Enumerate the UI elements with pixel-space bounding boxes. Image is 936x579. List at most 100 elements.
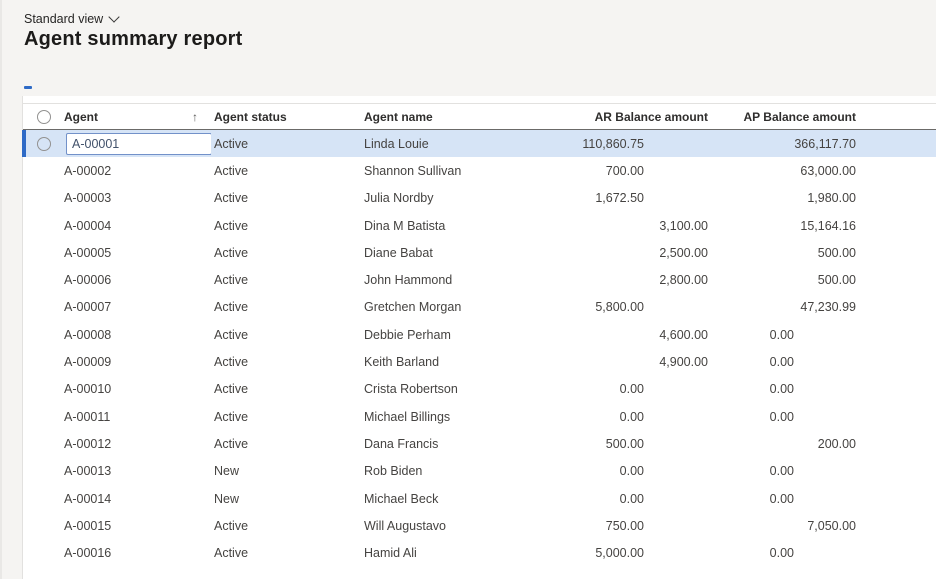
table-row[interactable]: A-00013 New Rob Biden 0.00 0.00 xyxy=(23,458,936,485)
agent-cell[interactable]: A-00008 xyxy=(59,328,211,342)
agent-status-cell[interactable]: Active xyxy=(211,191,361,205)
agent-cell[interactable]: A-00012 xyxy=(59,437,211,451)
agent-status-cell[interactable]: Active xyxy=(211,546,361,560)
agent-status-cell[interactable]: Active xyxy=(211,410,361,424)
table-row[interactable]: A-00014 New Michael Beck 0.00 0.00 xyxy=(23,485,936,512)
ap-balance-cell[interactable]: 0.00 xyxy=(708,410,856,424)
column-header-ap-balance[interactable]: AP Balance amount xyxy=(708,110,856,124)
table-row[interactable]: A-00012 Active Dana Francis 500.00 200.0… xyxy=(23,430,936,457)
column-header-ar-balance[interactable]: AR Balance amount xyxy=(521,110,708,124)
agent-status-cell[interactable]: Active xyxy=(211,137,361,151)
agent-name-cell[interactable]: Dina M Batista xyxy=(361,219,521,233)
agent-cell[interactable]: A-00016 xyxy=(59,546,211,560)
agent-status-cell[interactable]: Active xyxy=(211,437,361,451)
agent-cell[interactable]: A-00009 xyxy=(59,355,211,369)
column-header-agent-name[interactable]: Agent name xyxy=(361,110,521,124)
agent-name-cell[interactable]: Debbie Perham xyxy=(361,328,521,342)
agent-status-cell[interactable]: Active xyxy=(211,246,361,260)
ap-balance-cell[interactable]: 7,050.00 xyxy=(708,519,856,533)
ar-balance-cell[interactable]: 110,860.75 xyxy=(521,137,708,151)
agent-status-cell[interactable]: Active xyxy=(211,273,361,287)
agent-name-cell[interactable]: Keith Barland xyxy=(361,355,521,369)
agent-name-cell[interactable]: Linda Louie xyxy=(361,137,521,151)
agent-name-cell[interactable]: Shannon Sullivan xyxy=(361,164,521,178)
row-selector-cell[interactable] xyxy=(23,137,59,151)
ap-balance-cell[interactable]: 15,164.16 xyxy=(708,219,856,233)
ap-balance-cell[interactable]: 0.00 xyxy=(708,546,856,560)
ap-balance-cell[interactable]: 200.00 xyxy=(708,437,856,451)
agent-cell[interactable]: A-00003 xyxy=(59,191,211,205)
table-row[interactable]: A-00009 Active Keith Barland 4,900.00 0.… xyxy=(23,348,936,375)
select-all-cell[interactable] xyxy=(23,110,59,124)
agent-name-cell[interactable]: Michael Billings xyxy=(361,410,521,424)
agent-cell[interactable]: A-00007 xyxy=(59,300,211,314)
agent-cell[interactable]: A-00015 xyxy=(59,519,211,533)
ap-balance-cell[interactable]: 63,000.00 xyxy=(708,164,856,178)
ar-balance-cell[interactable]: 2,500.00 xyxy=(521,246,708,260)
ar-balance-cell[interactable]: 2,800.00 xyxy=(521,273,708,287)
ap-balance-cell[interactable]: 366,117.70 xyxy=(708,137,856,151)
ar-balance-cell[interactable]: 0.00 xyxy=(521,464,708,478)
ar-balance-cell[interactable]: 750.00 xyxy=(521,519,708,533)
agent-cell[interactable]: A-00005 xyxy=(59,246,211,260)
table-row[interactable]: A-00016 Active Hamid Ali 5,000.00 0.00 xyxy=(23,539,936,566)
ar-balance-cell[interactable]: 3,100.00 xyxy=(521,219,708,233)
agent-name-cell[interactable]: Gretchen Morgan xyxy=(361,300,521,314)
agent-cell[interactable]: A-00011 xyxy=(59,410,211,424)
agent-cell[interactable]: A-00010 xyxy=(59,382,211,396)
agent-status-cell[interactable]: Active xyxy=(211,164,361,178)
row-radio[interactable] xyxy=(37,137,51,151)
agent-status-cell[interactable]: New xyxy=(211,464,361,478)
table-row[interactable]: A-00011 Active Michael Billings 0.00 0.0… xyxy=(23,403,936,430)
agent-cell[interactable]: A-00001 xyxy=(59,133,211,155)
collapsed-toolbar-dash[interactable] xyxy=(24,86,32,89)
agent-cell[interactable]: A-00006 xyxy=(59,273,211,287)
ap-balance-cell[interactable]: 0.00 xyxy=(708,464,856,478)
table-row[interactable]: A-00008 Active Debbie Perham 4,600.00 0.… xyxy=(23,321,936,348)
ap-balance-cell[interactable]: 1,980.00 xyxy=(708,191,856,205)
table-row[interactable]: A-00004 Active Dina M Batista 3,100.00 1… xyxy=(23,212,936,239)
ar-balance-cell[interactable]: 700.00 xyxy=(521,164,708,178)
agent-status-cell[interactable]: New xyxy=(211,492,361,506)
table-row[interactable]: A-00005 Active Diane Babat 2,500.00 500.… xyxy=(23,239,936,266)
table-row[interactable]: A-00003 Active Julia Nordby 1,672.50 1,9… xyxy=(23,185,936,212)
ar-balance-cell[interactable]: 5,000.00 xyxy=(521,546,708,560)
ar-balance-cell[interactable]: 0.00 xyxy=(521,492,708,506)
ap-balance-cell[interactable]: 0.00 xyxy=(708,355,856,369)
table-row[interactable]: A-00010 Active Crista Robertson 0.00 0.0… xyxy=(23,376,936,403)
agent-status-cell[interactable]: Active xyxy=(211,382,361,396)
table-row[interactable]: A-00007 Active Gretchen Morgan 5,800.00 … xyxy=(23,294,936,321)
ar-balance-cell[interactable]: 4,600.00 xyxy=(521,328,708,342)
agent-name-cell[interactable]: Diane Babat xyxy=(361,246,521,260)
table-row[interactable]: A-00001 Active Linda Louie 110,860.75 36… xyxy=(23,130,936,157)
column-header-agent-status[interactable]: Agent status xyxy=(211,110,361,124)
agent-name-cell[interactable]: Michael Beck xyxy=(361,492,521,506)
ap-balance-cell[interactable]: 0.00 xyxy=(708,328,856,342)
agent-name-cell[interactable]: Rob Biden xyxy=(361,464,521,478)
agent-name-cell[interactable]: Dana Francis xyxy=(361,437,521,451)
ap-balance-cell[interactable]: 0.00 xyxy=(708,382,856,396)
agent-cell[interactable]: A-00004 xyxy=(59,219,211,233)
view-selector-dropdown[interactable]: Standard view xyxy=(24,10,118,28)
ap-balance-cell[interactable]: 0.00 xyxy=(708,492,856,506)
ap-balance-cell[interactable]: 47,230.99 xyxy=(708,300,856,314)
agent-name-cell[interactable]: Julia Nordby xyxy=(361,191,521,205)
select-all-radio[interactable] xyxy=(37,110,51,124)
ar-balance-cell[interactable]: 1,672.50 xyxy=(521,191,708,205)
column-header-agent[interactable]: Agent ↑ xyxy=(59,110,211,124)
agent-status-cell[interactable]: Active xyxy=(211,219,361,233)
table-row[interactable]: A-00006 Active John Hammond 2,800.00 500… xyxy=(23,266,936,293)
ar-balance-cell[interactable]: 0.00 xyxy=(521,410,708,424)
agent-status-cell[interactable]: Active xyxy=(211,519,361,533)
agent-cell[interactable]: A-00002 xyxy=(59,164,211,178)
ar-balance-cell[interactable]: 4,900.00 xyxy=(521,355,708,369)
agent-name-cell[interactable]: Hamid Ali xyxy=(361,546,521,560)
table-row[interactable]: A-00015 Active Will Augustavo 750.00 7,0… xyxy=(23,512,936,539)
focused-cell-box[interactable]: A-00001 xyxy=(66,133,211,155)
ar-balance-cell[interactable]: 5,800.00 xyxy=(521,300,708,314)
ar-balance-cell[interactable]: 0.00 xyxy=(521,382,708,396)
agent-cell[interactable]: A-00013 xyxy=(59,464,211,478)
agent-status-cell[interactable]: Active xyxy=(211,355,361,369)
table-row[interactable]: A-00002 Active Shannon Sullivan 700.00 6… xyxy=(23,157,936,184)
agent-name-cell[interactable]: Crista Robertson xyxy=(361,382,521,396)
